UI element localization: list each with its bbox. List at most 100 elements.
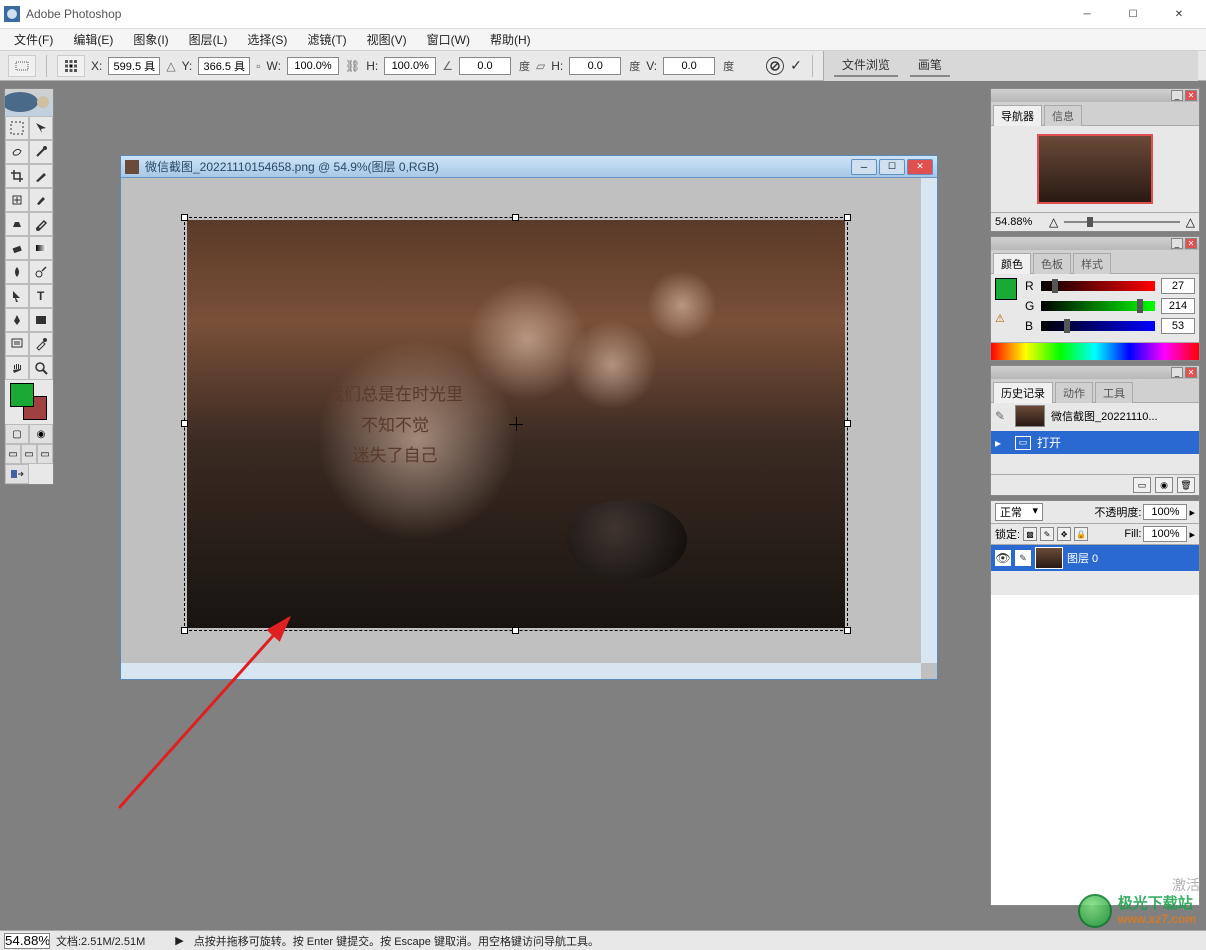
transform-handle-bottom-left[interactable] <box>181 627 188 634</box>
menu-edit[interactable]: 编辑(E) <box>63 29 123 50</box>
zoom-in-icon[interactable]: △ <box>1186 215 1195 229</box>
transform-handle-bottom-right[interactable] <box>844 627 851 634</box>
aspect-lock-icon[interactable]: ⛓ <box>345 59 360 73</box>
menu-image[interactable]: 图象(I) <box>123 29 178 50</box>
navigator-thumbnail[interactable] <box>1037 134 1153 204</box>
opacity-input[interactable] <box>1143 504 1187 520</box>
move-tool[interactable] <box>29 116 53 140</box>
lock-pixels-button[interactable]: ✎ <box>1040 527 1054 541</box>
pen-tool[interactable] <box>5 308 29 332</box>
layer-visibility-toggle[interactable]: 👁 <box>995 550 1011 566</box>
type-tool[interactable]: T <box>29 284 53 308</box>
h-input[interactable] <box>384 57 436 75</box>
status-doc-info[interactable]: 文档:2.51M/2.51M <box>56 933 145 949</box>
b-value-input[interactable] <box>1161 318 1195 334</box>
color-spectrum-ramp[interactable] <box>991 342 1199 360</box>
tab-actions[interactable]: 动作 <box>1055 382 1093 403</box>
menu-help[interactable]: 帮助(H) <box>480 29 541 50</box>
g-slider[interactable] <box>1041 301 1155 311</box>
angle-input[interactable] <box>459 57 511 75</box>
fill-input[interactable] <box>1143 526 1187 542</box>
history-state-open[interactable]: ▸ ▭ 打开 <box>991 431 1199 454</box>
history-brush-tool[interactable] <box>29 212 53 236</box>
horizontal-scrollbar[interactable] <box>121 663 921 679</box>
zoom-tool[interactable] <box>29 356 53 380</box>
dodge-tool[interactable] <box>29 260 53 284</box>
menu-filter[interactable]: 滤镜(T) <box>297 29 356 50</box>
slice-tool[interactable] <box>29 164 53 188</box>
doc-close-button[interactable]: ✕ <box>907 159 933 175</box>
reference-point-icon[interactable] <box>57 55 85 77</box>
panel-close-button[interactable]: ✕ <box>1185 238 1197 249</box>
close-button[interactable]: ✕ <box>1156 0 1202 28</box>
tab-navigator[interactable]: 导航器 <box>993 105 1042 126</box>
lock-transparency-button[interactable]: ▩ <box>1023 527 1037 541</box>
crop-tool[interactable] <box>5 164 29 188</box>
blur-tool[interactable] <box>5 260 29 284</box>
document-titlebar[interactable]: 微信截图_20221110154658.png @ 54.9%(图层 0,RGB… <box>121 156 937 178</box>
tab-color[interactable]: 颜色 <box>993 253 1031 274</box>
b-slider[interactable] <box>1041 321 1155 331</box>
panel-minimize-button[interactable]: _ <box>1171 90 1183 101</box>
zoom-out-icon[interactable]: △ <box>1049 215 1058 229</box>
menu-file[interactable]: 文件(F) <box>4 29 63 50</box>
path-selection-tool[interactable] <box>5 284 29 308</box>
toolbox-header[interactable] <box>5 89 53 116</box>
gamut-warning-icon[interactable]: ⚠ <box>995 312 1005 325</box>
delete-state-button[interactable]: 🗑 <box>1177 477 1195 493</box>
screen-mode-full-menubar[interactable]: ▭ <box>21 444 37 464</box>
tab-styles[interactable]: 样式 <box>1073 253 1111 274</box>
tab-history[interactable]: 历史记录 <box>993 382 1053 403</box>
canvas-image[interactable]: 我们总是在时光里 不知不觉 迷失了自己 <box>187 220 845 628</box>
maximize-button[interactable]: ☐ <box>1110 0 1156 28</box>
doc-maximize-button[interactable]: ☐ <box>879 159 905 175</box>
create-document-from-state-button[interactable]: ▭ <box>1133 477 1151 493</box>
x-input[interactable] <box>108 57 160 75</box>
marquee-tool[interactable] <box>5 116 29 140</box>
layer-item[interactable]: 👁 ✎ 图层 0 <box>991 545 1199 571</box>
blend-mode-select[interactable]: 正常 ▾ <box>995 503 1043 521</box>
healing-brush-tool[interactable] <box>5 188 29 212</box>
eraser-tool[interactable] <box>5 236 29 260</box>
quick-mask-button[interactable]: ◉ <box>29 424 53 444</box>
color-panel-fg[interactable] <box>995 278 1017 300</box>
menu-view[interactable]: 视图(V) <box>357 29 417 50</box>
cancel-transform-button[interactable] <box>766 57 784 75</box>
lasso-tool[interactable] <box>5 140 29 164</box>
r-slider[interactable] <box>1041 281 1155 291</box>
doc-minimize-button[interactable]: ─ <box>851 159 877 175</box>
history-snapshot[interactable]: ✎ 微信截图_20221110... <box>991 403 1199 429</box>
hskew-input[interactable] <box>569 57 621 75</box>
gradient-tool[interactable] <box>29 236 53 260</box>
screen-mode-standard[interactable]: ▭ <box>5 444 21 464</box>
panel-minimize-button[interactable]: _ <box>1171 238 1183 249</box>
tab-file-browser[interactable]: 文件浏览 <box>834 54 898 77</box>
status-zoom-input[interactable] <box>4 933 50 949</box>
layer-name[interactable]: 图层 0 <box>1067 550 1098 566</box>
link-icon[interactable]: ▫ <box>256 59 260 73</box>
jump-to-imageready[interactable] <box>5 464 29 484</box>
lock-all-button[interactable]: 🔒 <box>1074 527 1088 541</box>
create-snapshot-button[interactable]: ◉ <box>1155 477 1173 493</box>
standard-mode-button[interactable]: ▢ <box>5 424 29 444</box>
canvas-area[interactable]: 我们总是在时光里 不知不觉 迷失了自己 <box>121 178 937 679</box>
eyedropper-tool[interactable] <box>29 332 53 356</box>
brush-tool[interactable] <box>29 188 53 212</box>
minimize-button[interactable]: ─ <box>1064 0 1110 28</box>
transform-handle-right-center[interactable] <box>844 420 851 427</box>
g-value-input[interactable] <box>1161 298 1195 314</box>
opacity-flyout-icon[interactable]: ▸ <box>1189 506 1195 519</box>
navigator-zoom-value[interactable]: 54.88% <box>995 216 1043 228</box>
panel-minimize-button[interactable]: _ <box>1171 367 1183 378</box>
panel-close-button[interactable]: ✕ <box>1185 90 1197 101</box>
lock-position-button[interactable]: ✥ <box>1057 527 1071 541</box>
vskew-input[interactable] <box>663 57 715 75</box>
commit-transform-button[interactable]: ✓ <box>790 57 802 74</box>
menu-select[interactable]: 选择(S) <box>237 29 297 50</box>
vertical-scrollbar[interactable] <box>921 178 937 663</box>
notes-tool[interactable] <box>5 332 29 356</box>
fill-flyout-icon[interactable]: ▸ <box>1189 528 1195 541</box>
menu-window[interactable]: 窗口(W) <box>417 29 480 50</box>
panel-close-button[interactable]: ✕ <box>1185 367 1197 378</box>
tab-swatches[interactable]: 色板 <box>1033 253 1071 274</box>
